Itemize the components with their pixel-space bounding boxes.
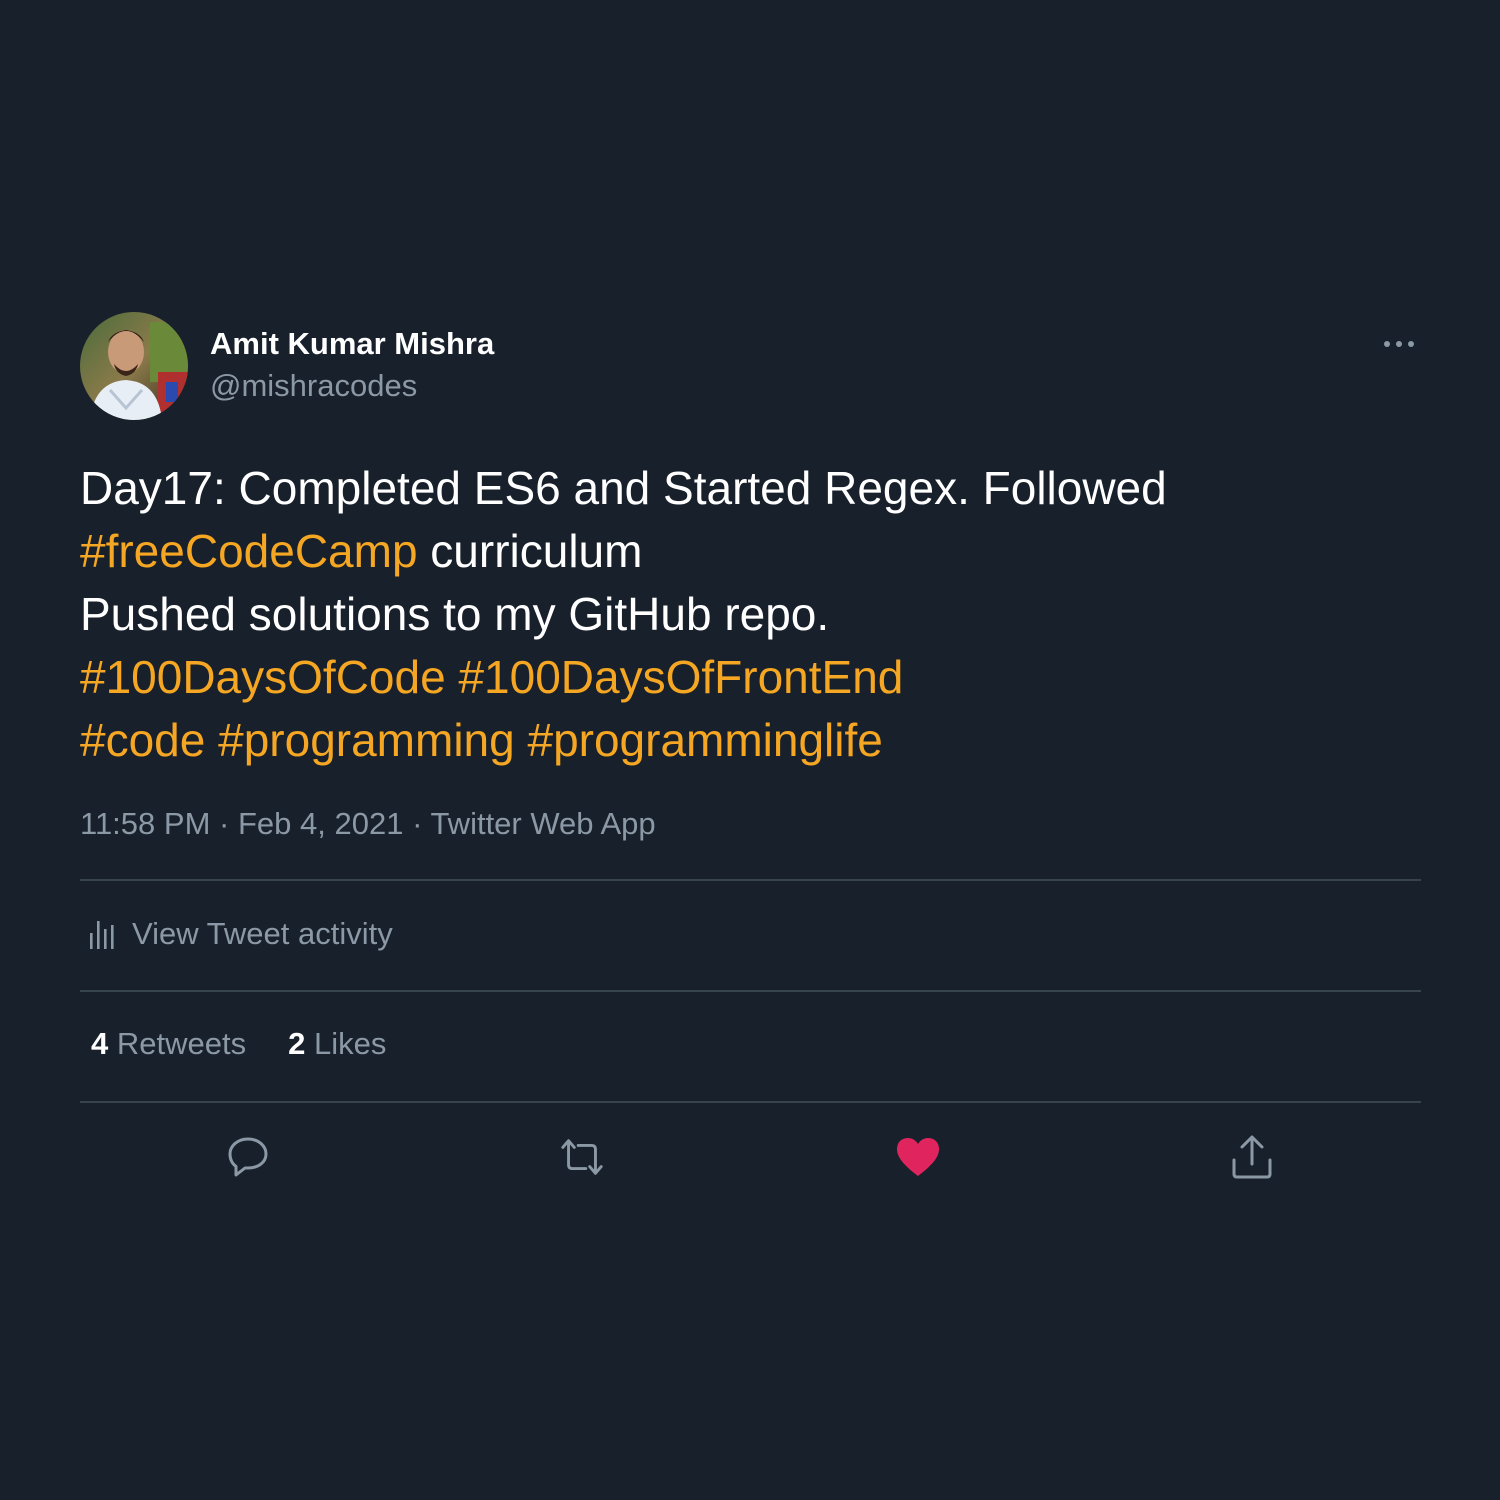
view-activity-link[interactable]: View Tweet activity <box>88 914 393 954</box>
likes-count: 2 <box>288 1026 306 1061</box>
hashtag-link[interactable]: #code <box>80 714 205 766</box>
meta-separator: · <box>219 806 230 841</box>
tweet-stats: 4 Retweets 2 Likes <box>91 1026 428 1062</box>
hashtag-link[interactable]: #100DaysOfCode <box>80 651 446 703</box>
reply-icon <box>228 1137 268 1177</box>
tweet-meta: 11:58 PM · Feb 4, 2021 · Twitter Web App <box>80 806 656 842</box>
bar-chart-icon <box>90 921 114 949</box>
retweets-count: 4 <box>91 1026 109 1061</box>
tweet-text-line: #freeCodeCamp curriculum <box>80 520 1421 583</box>
tweet-card: Amit Kumar Mishra @mishracodes Day17: Co… <box>80 312 1421 1179</box>
retweets-stat[interactable]: 4 Retweets <box>91 1026 246 1062</box>
tweet-text-line: #code #programming #programminglife <box>80 709 1421 772</box>
more-options-button[interactable] <box>1381 334 1421 354</box>
tweet-date[interactable]: Feb 4, 2021 <box>238 806 403 841</box>
tweet-header: Amit Kumar Mishra @mishracodes <box>80 312 1421 422</box>
hashtag-link[interactable]: #freeCodeCamp <box>80 525 418 577</box>
divider <box>80 879 1421 881</box>
retweet-icon <box>561 1139 603 1175</box>
view-activity-label: View Tweet activity <box>132 916 393 951</box>
retweets-label: Retweets <box>116 1026 247 1061</box>
tweet-text: Day17: Completed ES6 and Started Regex. … <box>80 457 1421 772</box>
tweet-text-line: Pushed solutions to my GitHub repo. <box>80 588 830 640</box>
meta-separator: · <box>412 806 423 841</box>
divider <box>80 1101 1421 1103</box>
tweet-time[interactable]: 11:58 PM <box>80 806 210 841</box>
retweet-button[interactable] <box>557 1132 607 1182</box>
hashtag-link[interactable]: #programming <box>218 714 515 766</box>
like-button[interactable] <box>893 1132 943 1182</box>
avatar[interactable] <box>80 312 188 420</box>
tweet-text-line: Day17: Completed ES6 and Started Regex. … <box>80 462 1167 514</box>
hashtag-link[interactable]: #100DaysOfFrontEnd <box>458 651 903 703</box>
tweet-actions <box>80 1132 1421 1182</box>
tweet-source[interactable]: Twitter Web App <box>430 806 655 841</box>
author-handle[interactable]: @mishracodes <box>210 368 417 404</box>
tweet-text-line: #100DaysOfCode #100DaysOfFrontEnd <box>80 646 1421 709</box>
likes-label: Likes <box>313 1026 387 1061</box>
share-button[interactable] <box>1227 1132 1277 1182</box>
tweet-text-fragment: curriculum <box>417 525 643 577</box>
heart-icon <box>897 1138 939 1176</box>
share-icon <box>1232 1135 1272 1179</box>
likes-stat[interactable]: 2 Likes <box>288 1026 386 1062</box>
author-name[interactable]: Amit Kumar Mishra <box>210 326 494 362</box>
more-horizontal-icon <box>1384 341 1414 347</box>
divider <box>80 990 1421 992</box>
hashtag-link[interactable]: #programminglife <box>527 714 882 766</box>
reply-button[interactable] <box>223 1132 273 1182</box>
